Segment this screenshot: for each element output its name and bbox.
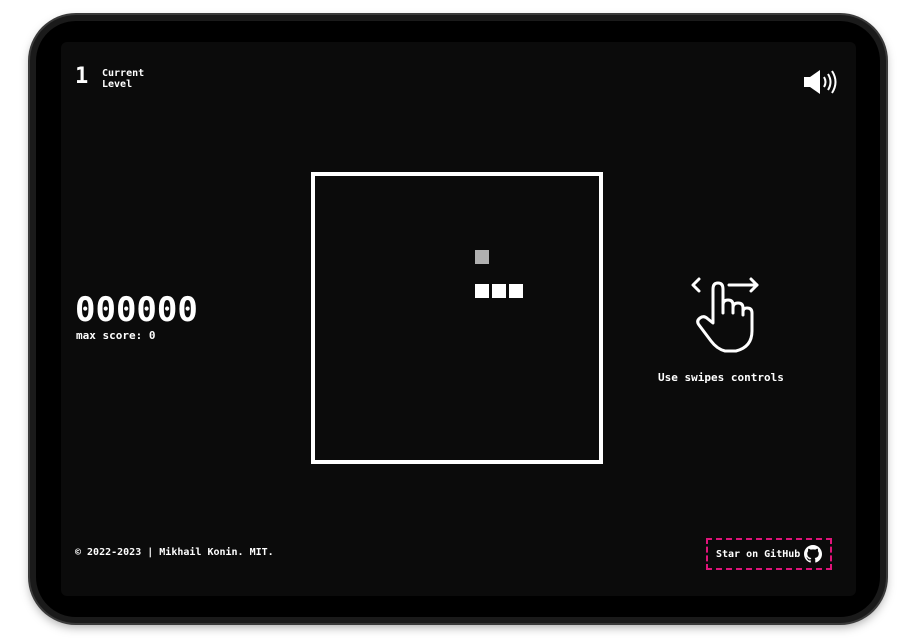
current-level-number: 1 — [75, 64, 89, 89]
github-button-label: Star on GitHub — [716, 548, 801, 560]
game-screen: 1 Current Level 000000 max score: 0 Use … — [61, 42, 856, 596]
block-cell — [475, 284, 489, 298]
speaker-on-icon — [804, 70, 837, 94]
star-on-github-button[interactable]: Star on GitHub — [706, 538, 832, 570]
max-score-text: max score: 0 — [76, 329, 156, 342]
block-cell — [492, 284, 506, 298]
current-level-label: Current Level — [102, 68, 145, 90]
swipe-hand-icon — [681, 267, 769, 355]
block-cell — [509, 284, 523, 298]
ghost-cell — [475, 250, 489, 264]
swipe-hint-text: Use swipes controls — [658, 371, 784, 384]
github-icon — [804, 545, 822, 563]
sound-toggle-button[interactable] — [802, 67, 838, 97]
score-display: 000000 — [75, 290, 198, 330]
copyright-text: © 2022-2023 | Mikhail Konin. MIT. — [75, 547, 274, 558]
game-board[interactable] — [311, 172, 603, 464]
